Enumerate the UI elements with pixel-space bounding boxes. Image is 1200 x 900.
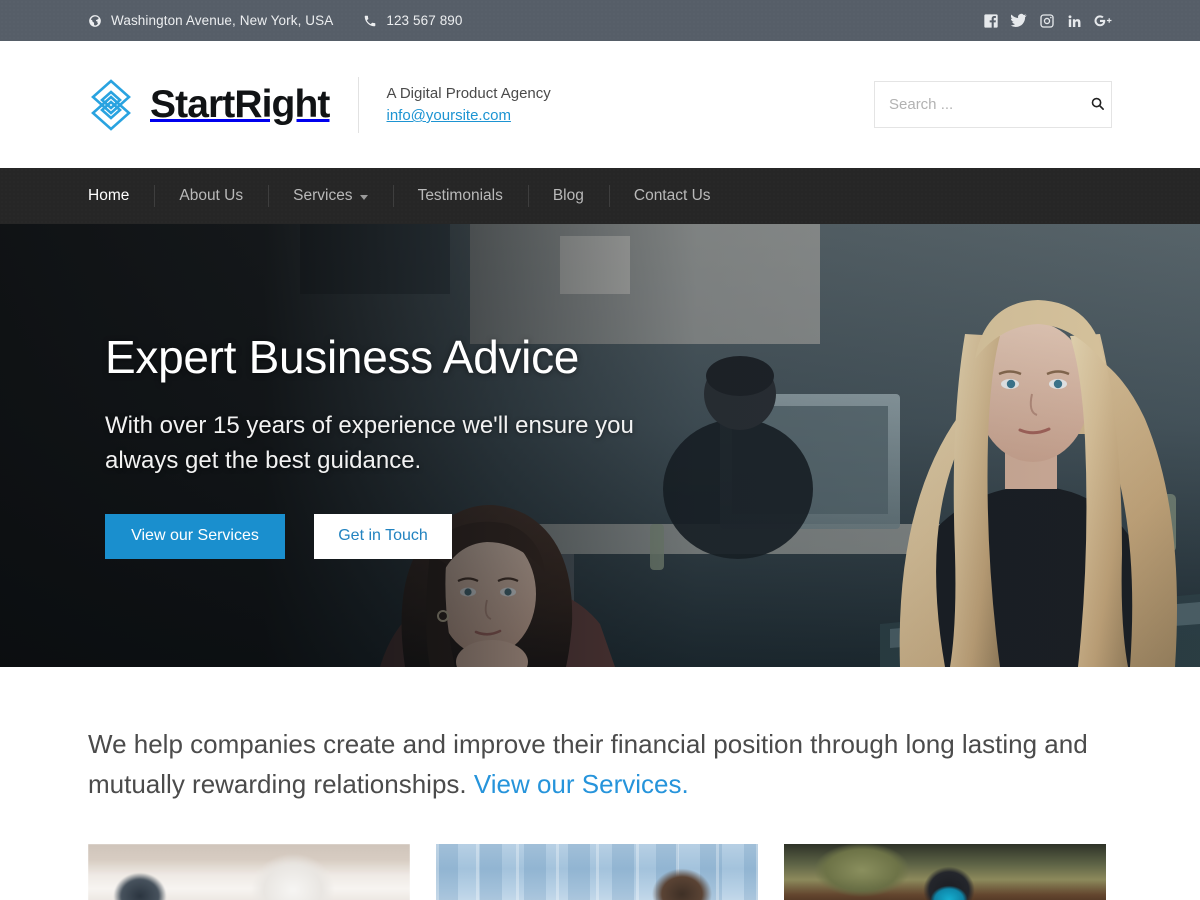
nav-label: Contact Us: [633, 187, 711, 204]
nav-label: Home: [88, 187, 130, 204]
nav-label: Services: [293, 187, 353, 204]
site-header: StartRight A Digital Product Agency info…: [0, 41, 1200, 168]
globe-icon: [88, 14, 102, 28]
intro-paragraph: We help companies create and improve the…: [88, 724, 1112, 805]
logo-wordmark: StartRight: [150, 83, 330, 126]
nav-list: Home About Us Services Testimonials Blog…: [88, 168, 736, 224]
feature-cards: [0, 805, 1200, 900]
top-info-bar: Washington Avenue, New York, USA 123 567…: [0, 0, 1200, 41]
header-search: [874, 81, 1112, 128]
nav-item-about-us[interactable]: About Us: [154, 168, 268, 224]
site-logo-link[interactable]: StartRight: [88, 78, 330, 132]
nav-label: Testimonials: [417, 187, 503, 204]
nav-label: Blog: [552, 187, 584, 204]
hero-banner: Expert Business Advice With over 15 year…: [0, 224, 1200, 667]
phone-icon: [363, 14, 377, 28]
nav-item-testimonials[interactable]: Testimonials: [392, 168, 528, 224]
header-tagline-block: A Digital Product Agency info@yoursite.c…: [357, 76, 551, 133]
nav-item-home[interactable]: Home: [88, 168, 154, 224]
header-email-link[interactable]: info@yoursite.com: [387, 107, 551, 124]
intro-section: We help companies create and improve the…: [0, 667, 1200, 805]
main-navigation: Home About Us Services Testimonials Blog…: [0, 168, 1200, 224]
card-desk-image: [88, 843, 410, 900]
startright-diamond-logo-icon: [88, 78, 134, 132]
search-form[interactable]: [874, 81, 1112, 128]
twitter-icon[interactable]: [1009, 11, 1028, 30]
linkedin-icon[interactable]: [1065, 11, 1084, 30]
instagram-icon[interactable]: [1037, 11, 1056, 30]
page-root: Washington Avenue, New York, USA 123 567…: [0, 0, 1200, 900]
view-our-services-button[interactable]: View our Services: [105, 513, 285, 559]
search-input[interactable]: [889, 96, 1088, 113]
nav-label: About Us: [179, 187, 244, 204]
card-glass[interactable]: [436, 843, 758, 900]
nav-item-services[interactable]: Services: [268, 168, 392, 224]
nav-item-contact-us[interactable]: Contact Us: [608, 168, 736, 224]
tagline-text: A Digital Product Agency: [386, 85, 551, 102]
social-links: [981, 11, 1112, 30]
card-desk[interactable]: [88, 843, 410, 900]
topbar-contact-group: Washington Avenue, New York, USA 123 567…: [88, 13, 463, 28]
phone-text: 123 567 890: [386, 13, 463, 28]
nav-item-blog[interactable]: Blog: [527, 168, 609, 224]
hero-content: Expert Business Advice With over 15 year…: [105, 224, 745, 667]
get-in-touch-button[interactable]: Get in Touch: [314, 513, 452, 559]
googleplus-icon[interactable]: [1093, 11, 1112, 30]
phone-item: 123 567 890: [363, 13, 462, 28]
search-icon: [1090, 96, 1105, 114]
hero-button-group: View our Services Get in Touch: [105, 513, 745, 559]
hero-title: Expert Business Advice: [105, 331, 580, 384]
card-phone-image: [784, 843, 1106, 900]
chevron-down-icon: [359, 195, 368, 200]
card-glass-image: [436, 843, 758, 900]
search-submit-button[interactable]: [1088, 96, 1107, 114]
address-item: Washington Avenue, New York, USA: [88, 13, 333, 28]
intro-services-link[interactable]: View our Services.: [474, 769, 689, 799]
card-phone[interactable]: [784, 843, 1106, 900]
address-text: Washington Avenue, New York, USA: [111, 13, 334, 28]
hero-subtitle: With over 15 years of experience we'll e…: [105, 412, 634, 474]
facebook-icon[interactable]: [981, 11, 1000, 30]
